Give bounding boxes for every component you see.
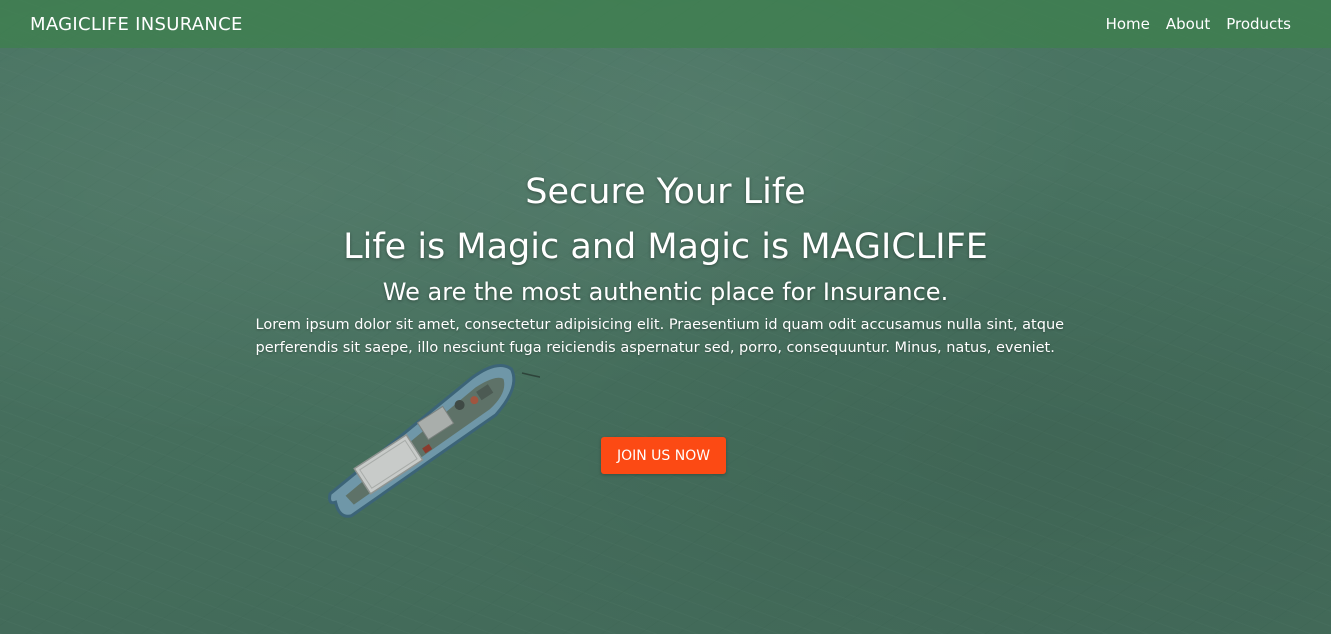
nav-link-about[interactable]: About (1166, 15, 1210, 33)
landing-page: MAGICLIFE INSURANCE Home About Products … (0, 0, 1331, 634)
nav-link-home[interactable]: Home (1106, 15, 1150, 33)
hero-heading-magic: Life is Magic and Magic is MAGICLIFE (343, 227, 988, 267)
fishing-boat-image (328, 363, 540, 518)
hero-description: Lorem ipsum dolor sit amet, consectetur … (255, 317, 1065, 356)
hero-subheading: We are the most authentic place for Insu… (382, 278, 949, 306)
brand-logo-text[interactable]: MAGICLIFE INSURANCE (30, 14, 243, 35)
nav-links: Home About Products (1106, 15, 1291, 33)
hero-heading-secure: Secure Your Life (525, 172, 806, 212)
join-us-now-button[interactable]: JOIN US NOW (601, 437, 726, 474)
top-navbar: MAGICLIFE INSURANCE Home About Products (0, 0, 1331, 48)
hero-section: Secure Your Life Life is Magic and Magic… (0, 168, 1331, 360)
nav-link-products[interactable]: Products (1226, 15, 1291, 33)
